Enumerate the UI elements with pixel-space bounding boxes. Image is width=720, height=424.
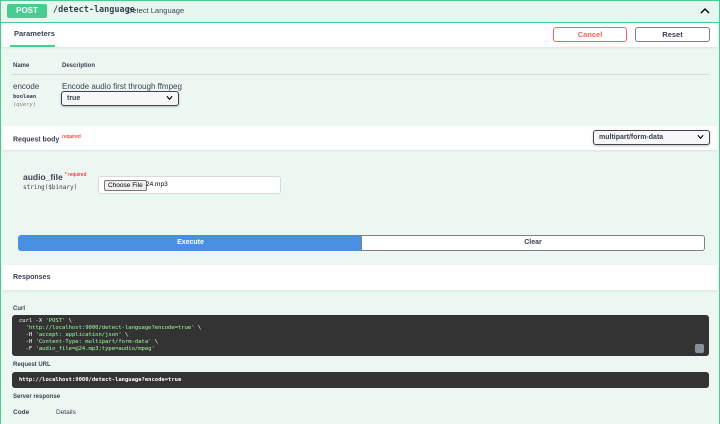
divider bbox=[12, 74, 709, 75]
request-url-label: Request URL bbox=[13, 362, 51, 368]
encode-select-value: true bbox=[67, 95, 81, 102]
clear-button[interactable]: Clear bbox=[361, 235, 705, 251]
chevron-down-icon bbox=[697, 134, 704, 140]
chevron-up-icon[interactable] bbox=[699, 5, 711, 17]
curl-line: -H 'accept: application/json' \ bbox=[19, 332, 129, 338]
curl-line: 'http://localhost:9000/detect-language?e… bbox=[19, 325, 202, 331]
curl-line: -F 'audio_file=@24.mp3;type=audio/mpeg' bbox=[19, 346, 155, 352]
encode-select[interactable]: true bbox=[61, 91, 179, 106]
server-response-label: Server response bbox=[13, 394, 61, 400]
curl-string: 'http://localhost:9000/detect-language?e… bbox=[25, 325, 195, 331]
opblock-post: POST /detect-language Detect Language Pa… bbox=[0, 0, 720, 424]
curl-string: 'Content-Type: multipart/form-data' bbox=[35, 339, 152, 345]
chevron-down-icon bbox=[166, 95, 173, 101]
curl-text: \ bbox=[151, 339, 159, 345]
param-location: (query) bbox=[13, 102, 37, 108]
file-name: 24.mp3 bbox=[146, 181, 168, 188]
col-header-details: Details bbox=[56, 409, 76, 416]
param-description: Encode audio first through ffmpeg bbox=[62, 82, 182, 91]
param-type: boolean bbox=[13, 94, 37, 100]
request-url: http://localhost:9000/detect-language?en… bbox=[19, 377, 182, 383]
copy-icon[interactable] bbox=[695, 344, 704, 353]
field-name-label: audio_file bbox=[23, 172, 63, 182]
curl-label: Curl bbox=[13, 306, 25, 312]
col-header-code: Code bbox=[13, 409, 30, 416]
curl-code-block[interactable]: curl -X 'POST' \ 'http://localhost:9000/… bbox=[12, 315, 709, 356]
curl-string: 'POST' bbox=[45, 318, 66, 324]
content-type-value: multipart/form-data bbox=[599, 134, 664, 141]
tab-underline bbox=[10, 45, 55, 47]
col-header-description: Description bbox=[62, 63, 96, 69]
field-name: audio_file * required bbox=[23, 172, 86, 182]
param-name: encode bbox=[13, 82, 40, 91]
reset-button[interactable]: Reset bbox=[635, 27, 710, 42]
col-header-name: Name bbox=[13, 63, 30, 69]
endpoint-path: /detect-language bbox=[53, 5, 135, 15]
curl-text: \ bbox=[194, 325, 202, 331]
file-input[interactable]: Choose File 24.mp3 bbox=[98, 176, 281, 194]
execute-button[interactable]: Execute bbox=[18, 235, 363, 251]
endpoint-summary: Detect Language bbox=[127, 6, 185, 15]
curl-line: -H 'Content-Type: multipart/form-data' \ bbox=[19, 339, 158, 345]
tab-parameters[interactable]: Parameters bbox=[14, 29, 55, 38]
curl-string: 'accept: application/json' bbox=[35, 332, 122, 338]
curl-string: 'audio_file=@24.mp3;type=audio/mpeg' bbox=[35, 346, 155, 352]
operation-summary[interactable]: POST /detect-language Detect Language bbox=[1, 1, 719, 23]
cancel-button[interactable]: Cancel bbox=[553, 27, 627, 42]
method-badge: POST bbox=[7, 4, 47, 18]
curl-text: \ bbox=[65, 318, 72, 324]
responses-title: Responses bbox=[13, 274, 51, 281]
request-body-label: Request body bbox=[13, 136, 60, 144]
content-type-select[interactable]: multipart/form-data bbox=[593, 130, 710, 145]
choose-file-button[interactable]: Choose File bbox=[104, 180, 147, 191]
curl-text bbox=[19, 325, 26, 331]
curl-text: curl -X bbox=[19, 318, 46, 324]
field-type: string($binary) bbox=[23, 184, 78, 191]
required-marker: required bbox=[62, 134, 81, 140]
curl-line: curl -X 'POST' \ bbox=[19, 318, 72, 324]
curl-text: -F bbox=[19, 346, 36, 352]
curl-text: \ bbox=[121, 332, 129, 338]
field-required: * required bbox=[64, 172, 87, 179]
curl-text: -H bbox=[19, 332, 36, 338]
curl-text: -H bbox=[19, 339, 36, 345]
request-url-block[interactable]: http://localhost:9000/detect-language?en… bbox=[12, 372, 709, 388]
responses-header: Responses bbox=[2, 265, 718, 290]
request-body-title: Request body required bbox=[13, 134, 81, 143]
